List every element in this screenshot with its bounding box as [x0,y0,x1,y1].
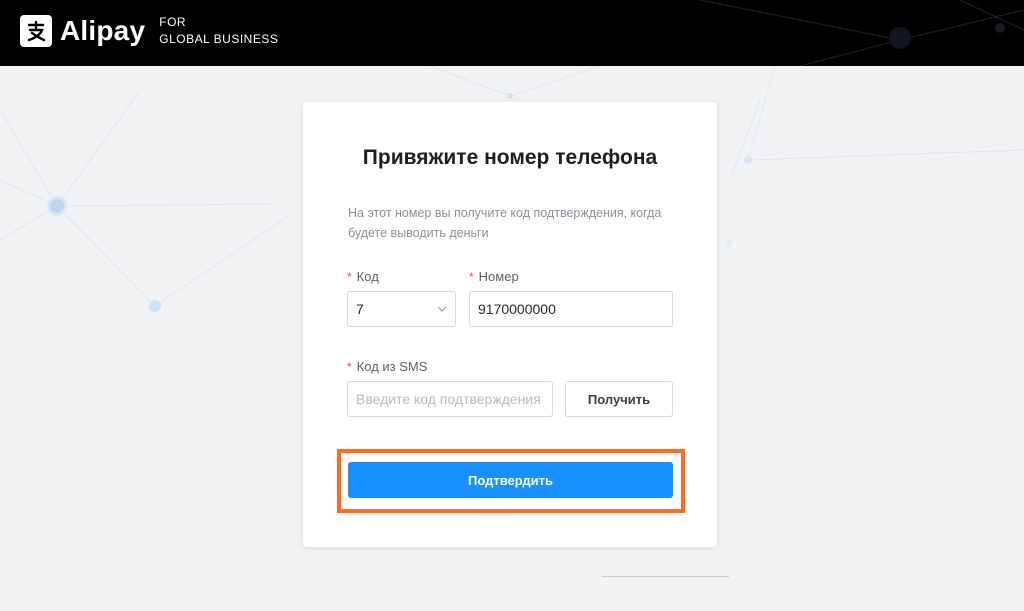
card-title: Привяжите номер телефона [362,146,658,169]
required-mark: * [347,360,352,374]
card-description: На этот номер вы получите код подтвержде… [348,206,662,240]
country-code-value: 7 [356,301,364,317]
number-label-text: Номер [478,269,519,284]
sms-code-input[interactable] [347,381,553,417]
confirm-button[interactable]: Подтвердить [348,462,673,498]
brand-tagline-line2: GLOBAL BUSINESS [159,32,279,46]
number-label: * Номер [469,269,519,284]
sms-code-label-text: Код из SMS [356,359,428,374]
brand-tagline: FOR GLOBAL BUSINESS [159,14,278,48]
get-code-button[interactable]: Получить [565,381,673,417]
chevron-down-icon [437,306,447,312]
required-mark: * [469,270,474,284]
footer-divider [602,576,729,577]
brand-tagline-line1: FOR [159,15,187,29]
brand-name: Alipay [60,15,146,46]
code-label-text: Код [356,269,379,284]
top-header: Alipay FOR GLOBAL BUSINESS [0,0,1024,66]
country-code-select[interactable]: 7 [347,291,456,327]
alipay-logo[interactable]: Alipay FOR GLOBAL BUSINESS [20,14,278,48]
page: Alipay FOR GLOBAL BUSINESS Привяжите ном… [0,0,1024,611]
phone-number-input[interactable] [469,291,673,327]
required-mark: * [347,270,352,284]
sms-code-label: * Код из SMS [347,359,427,374]
alipay-mark-icon [20,15,52,47]
code-label: * Код [347,269,379,284]
